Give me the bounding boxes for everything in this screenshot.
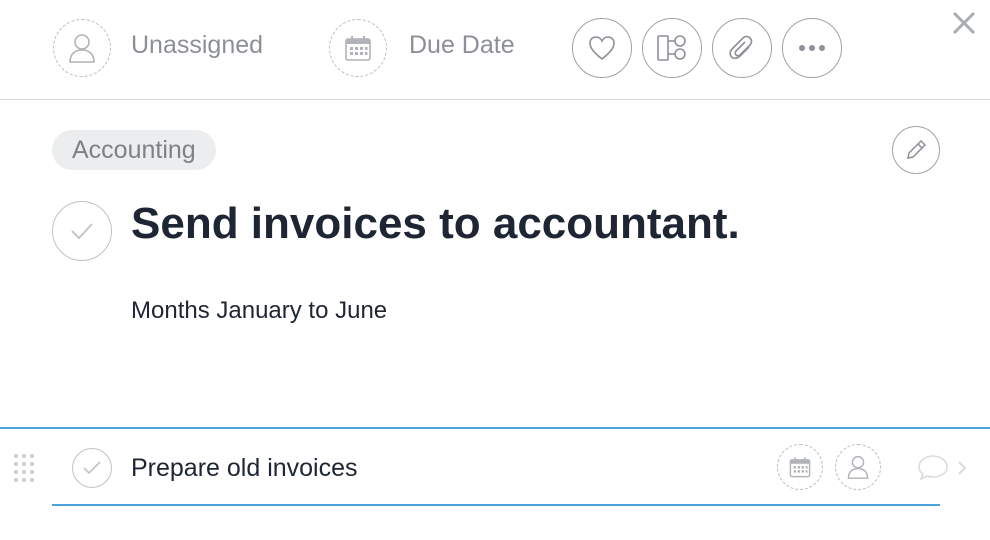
more-actions-button[interactable] — [782, 18, 842, 78]
complete-task-checkbox[interactable] — [52, 201, 112, 261]
subtask-due-date-button[interactable] — [777, 444, 823, 490]
close-icon[interactable] — [951, 10, 977, 36]
subtasks-icon — [657, 35, 686, 61]
task-toolbar: Unassigned Due Date — [0, 0, 990, 100]
calendar-icon — [789, 457, 811, 478]
due-date-label[interactable]: Due Date — [409, 31, 515, 60]
subtask-assignee-button[interactable] — [835, 444, 881, 490]
due-date-button[interactable] — [329, 19, 387, 77]
subtask-name-input[interactable] — [131, 448, 731, 488]
subtask-complete-checkbox[interactable] — [72, 448, 112, 488]
calendar-icon — [345, 36, 371, 61]
subtask-divider — [52, 504, 940, 506]
comment-icon[interactable] — [916, 452, 950, 482]
pencil-icon — [907, 139, 927, 159]
drag-handle-icon[interactable] — [13, 453, 35, 483]
project-tag[interactable]: Accounting — [52, 130, 216, 170]
assignee-label[interactable]: Unassigned — [131, 31, 263, 60]
checkmark-icon — [71, 223, 93, 240]
heart-icon — [589, 36, 615, 61]
subtasks-button[interactable] — [642, 18, 702, 78]
task-title[interactable]: Send invoices to accountant. — [131, 199, 740, 249]
like-button[interactable] — [572, 18, 632, 78]
more-icon — [799, 45, 825, 51]
paperclip-icon — [729, 35, 753, 60]
checkmark-icon — [83, 461, 101, 475]
person-icon — [847, 455, 869, 479]
edit-button[interactable] — [892, 126, 940, 174]
chevron-right-icon[interactable] — [956, 459, 968, 477]
assignee-button[interactable] — [53, 19, 111, 77]
task-description[interactable]: Months January to June — [131, 297, 387, 325]
attachment-button[interactable] — [712, 18, 772, 78]
person-icon — [69, 34, 95, 63]
